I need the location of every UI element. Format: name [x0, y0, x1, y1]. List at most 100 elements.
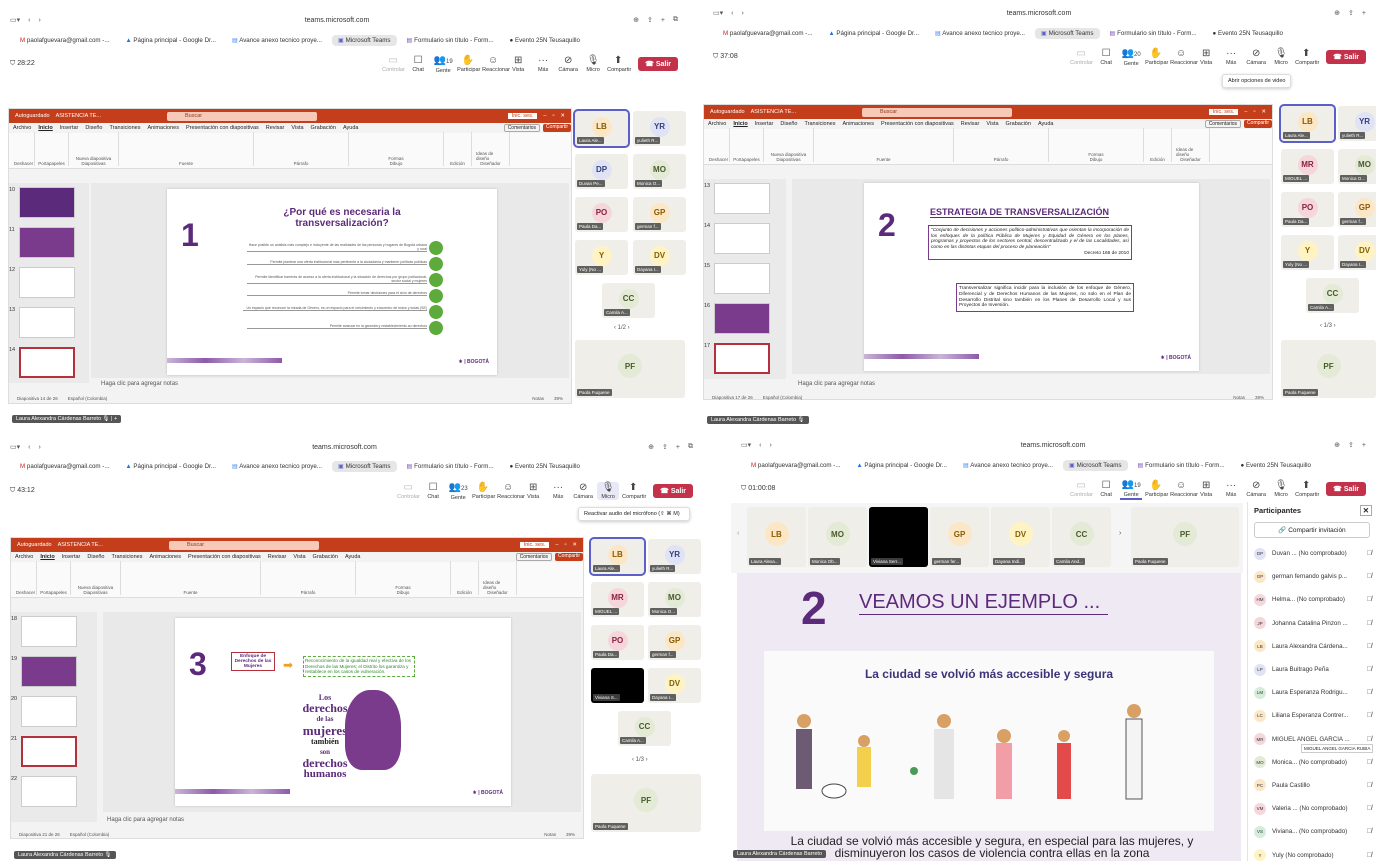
- menu-revisar[interactable]: Revisar: [961, 121, 980, 127]
- group-font[interactable]: Fuente: [119, 132, 254, 166]
- tab-event[interactable]: ● Evento 25N Teusaquillo: [1207, 28, 1289, 39]
- menu-archivo[interactable]: Archivo: [13, 125, 31, 131]
- participant-tile[interactable]: CC Camila A...: [1306, 278, 1359, 313]
- maximize-icon[interactable]: ▫: [564, 542, 566, 548]
- forward-icon[interactable]: ›: [741, 10, 743, 17]
- group-slides[interactable]: Nueva diapositiva Diapositivas: [69, 132, 119, 166]
- group-slides[interactable]: Nueva diapositiva Diapositivas: [764, 128, 814, 162]
- participant-tile[interactable]: CC Camila A...: [602, 283, 655, 318]
- thumb-slide[interactable]: [21, 656, 77, 687]
- participant-tile[interactable]: CC Camila A...: [618, 711, 671, 746]
- ppt-share-button[interactable]: Compartir: [1244, 120, 1272, 128]
- notes-button[interactable]: Notas: [544, 832, 556, 837]
- participant-list-item[interactable]: LP Laura Buitrago Peña 🎙̸: [1248, 658, 1376, 681]
- view-button[interactable]: ⊞ Vista: [507, 55, 529, 73]
- group-paragraph[interactable]: Párrafo: [261, 561, 356, 595]
- group-designer[interactable]: Ideas de diseño Diseñador: [472, 132, 510, 166]
- participant-tile[interactable]: YR yulieth R...: [648, 539, 701, 574]
- group-undo[interactable]: Deshacer: [13, 132, 35, 166]
- participant-tile[interactable]: LB Laura Ale...: [573, 109, 630, 148]
- participant-list-item[interactable]: LB Laura Alexandra Cárdena... 🎙̸: [1248, 635, 1376, 658]
- react-button[interactable]: ☺ Reaccionar: [1170, 480, 1198, 498]
- participant-tile[interactable]: MO Monica O...: [1338, 149, 1376, 184]
- menu-diseno[interactable]: Diseño: [85, 125, 102, 131]
- menu-inicio[interactable]: Inicio: [40, 554, 54, 560]
- chat-button[interactable]: ☐ Chat: [1095, 48, 1117, 66]
- participant-tile[interactable]: CC Camila And...: [1052, 507, 1111, 567]
- share-icon[interactable]: ⇪: [1348, 441, 1354, 449]
- tab-forms[interactable]: ▤ Formulario sin título - Form...: [1132, 460, 1231, 471]
- menu-vista[interactable]: Vista: [291, 125, 303, 131]
- signin-button[interactable]: Inic. ses.: [507, 113, 538, 119]
- share-screen-button[interactable]: ⬆ Compartir: [1295, 48, 1319, 66]
- chevron-right-icon[interactable]: ›: [1119, 530, 1121, 537]
- control-button[interactable]: ▭ Controlar: [1070, 48, 1093, 66]
- menu-insertar[interactable]: Insertar: [60, 125, 79, 131]
- menu-insertar[interactable]: Insertar: [755, 121, 774, 127]
- tab-gmail[interactable]: M paolafguevara@gmail.com -...: [14, 35, 116, 46]
- share-screen-button[interactable]: ⬆ Compartir: [1295, 480, 1319, 498]
- close-icon[interactable]: ✕: [1261, 109, 1266, 115]
- thumb-slide-current[interactable]: [21, 736, 77, 767]
- participant-list-item[interactable]: DP Duvan ... (No comprobado) 🎙̸: [1248, 542, 1376, 565]
- menu-vista[interactable]: Vista: [293, 554, 305, 560]
- participant-list-item[interactable]: Y Yuly (No comprobado) 🎙̸: [1248, 843, 1376, 861]
- chat-button[interactable]: ☐ Chat: [1095, 480, 1117, 498]
- tab-forms[interactable]: ▤ Formulario sin título - Form...: [401, 461, 500, 472]
- minimize-icon[interactable]: –: [555, 542, 558, 548]
- tab-drive[interactable]: ▲ Página principal - Google Dr...: [120, 35, 222, 46]
- leave-button[interactable]: ☎ Salir: [638, 57, 678, 71]
- group-paragraph[interactable]: Párrafo: [254, 132, 349, 166]
- participant-list-item[interactable]: MO Monica... (No comprobado) 🎙̸: [1248, 751, 1376, 774]
- tab-teams[interactable]: ▣ Microsoft Teams: [331, 460, 397, 472]
- tab-event[interactable]: ● Evento 25N Teusaquillo: [504, 461, 586, 472]
- leave-button[interactable]: ☎ Salir: [653, 484, 693, 498]
- group-slides[interactable]: Nueva diapositiva Diapositivas: [71, 561, 121, 595]
- participant-tile[interactable]: MR MIGUEL ...: [1281, 149, 1334, 184]
- back-icon[interactable]: ‹: [28, 17, 30, 24]
- menu-grabacion[interactable]: Grabación: [1006, 121, 1031, 127]
- participant-list-item[interactable]: LC Liliana Esperanza Contrer... 🎙̸: [1248, 704, 1376, 727]
- menu-animaciones[interactable]: Animaciones: [147, 125, 179, 131]
- zoom-level[interactable]: 39%: [1255, 395, 1264, 400]
- share-icon[interactable]: ⇪: [647, 16, 653, 24]
- participant-tile[interactable]: GP german f...: [1338, 192, 1376, 227]
- participant-tile[interactable]: Y Yuly (No ...: [575, 240, 628, 275]
- download-icon[interactable]: ⊕: [1334, 441, 1340, 449]
- raise-hand-button[interactable]: ✋ Participar: [472, 482, 495, 500]
- participant-tile[interactable]: DV Dayana I...: [648, 668, 701, 703]
- tab-docs[interactable]: ▤ Avance anexo tecnico proye...: [226, 35, 328, 46]
- tab-teams[interactable]: ▣ Microsoft Teams: [331, 34, 397, 46]
- tab-drive[interactable]: ▲ Página principal - Google Dr...: [120, 461, 222, 472]
- group-undo[interactable]: Deshacer: [708, 128, 730, 162]
- raise-hand-button[interactable]: ✋ Participar: [1145, 480, 1168, 498]
- zoom-level[interactable]: 39%: [554, 396, 563, 401]
- participant-tile-pf[interactable]: PF Paola Fuquene: [1131, 507, 1239, 567]
- signin-button[interactable]: Inic. ses.: [1208, 109, 1239, 115]
- menu-archivo[interactable]: Archivo: [708, 121, 726, 127]
- menu-transiciones[interactable]: Transiciones: [112, 554, 143, 560]
- more-button[interactable]: ··· Más: [1220, 48, 1242, 66]
- sidebar-icon[interactable]: ▭▾: [713, 9, 723, 17]
- participant-tile[interactable]: LB Laura Ale...: [1279, 104, 1336, 143]
- leave-button[interactable]: ☎ Salir: [1326, 482, 1366, 496]
- group-clipboard[interactable]: Portapapeles: [37, 561, 71, 595]
- view-button[interactable]: ⊞ Vista: [1195, 48, 1217, 66]
- participant-tile[interactable]: LB Laura Alexa...: [747, 507, 806, 567]
- share-screen-button[interactable]: ⬆ Compartir: [622, 482, 646, 500]
- tab-forms[interactable]: ▤ Formulario sin título - Form...: [401, 35, 500, 46]
- menu-grabacion[interactable]: Grabación: [311, 125, 336, 131]
- tabs-overview-icon[interactable]: ⧉: [673, 16, 678, 24]
- menu-presentacion[interactable]: Presentación con diapositivas: [188, 554, 261, 560]
- participant-tile[interactable]: MO Monica O...: [633, 154, 686, 189]
- maximize-icon[interactable]: ▫: [552, 113, 554, 119]
- participant-tile[interactable]: Y Yuly (No ...: [1281, 235, 1334, 270]
- menu-revisar[interactable]: Revisar: [268, 554, 287, 560]
- sidebar-icon[interactable]: ▭▾: [10, 16, 20, 24]
- chat-button[interactable]: ☐ Chat: [407, 55, 429, 73]
- menu-transiciones[interactable]: Transiciones: [805, 121, 836, 127]
- forward-icon[interactable]: ›: [769, 442, 771, 449]
- thumb-slide[interactable]: [714, 223, 770, 254]
- minimize-icon[interactable]: –: [543, 113, 546, 119]
- menu-animaciones[interactable]: Animaciones: [149, 554, 181, 560]
